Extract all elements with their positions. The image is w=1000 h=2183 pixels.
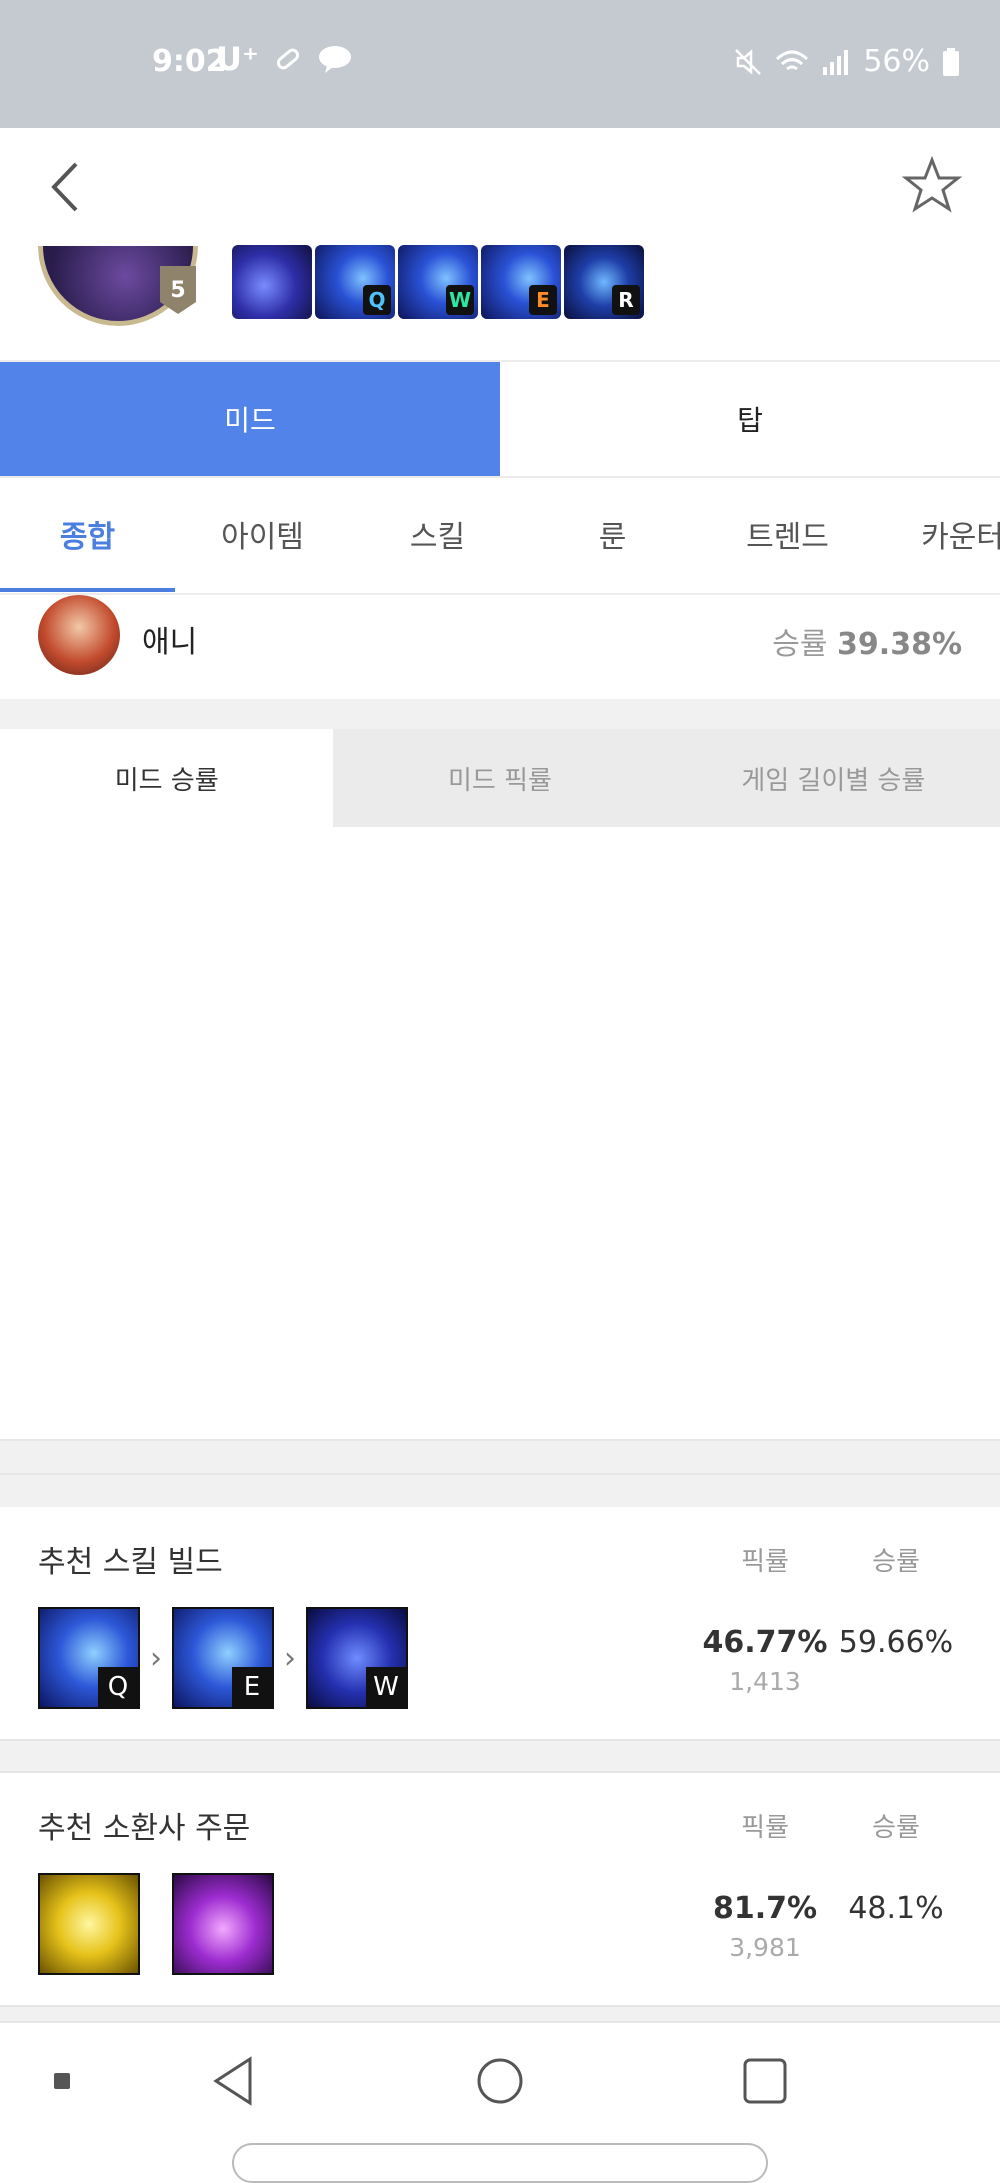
pickrate-header: 픽률 — [741, 1813, 789, 1843]
nav-home-icon[interactable] — [470, 2051, 530, 2111]
graph-tabs: 미드 승률 미드 픽률 게임 길이별 승률 — [0, 729, 1000, 827]
chevron-right-icon: › — [284, 1640, 296, 1676]
winrate-header: 승률 — [872, 1547, 920, 1577]
tab-trends[interactable]: 트렌드 — [700, 512, 875, 556]
winrate-header: 승률 — [872, 1813, 920, 1843]
tab-counter[interactable]: 카운터 — [875, 512, 1000, 556]
position-tabs: 미드 탑 — [0, 360, 1000, 478]
counter-winrate-value: 39.38% — [837, 627, 962, 662]
champion-skill-icons: Q W E R — [232, 245, 644, 319]
r-key-label: R — [612, 285, 640, 315]
talk-icon — [318, 46, 351, 73]
tab-items[interactable]: 아이템 — [175, 512, 350, 556]
section-divider — [0, 699, 1000, 729]
counter-champion-name: 애니 — [142, 625, 198, 660]
spells-winrate: 48.1% — [848, 1891, 944, 1926]
favorite-star-icon[interactable] — [902, 156, 962, 216]
back-icon[interactable] — [36, 152, 96, 222]
passive-skill-icon[interactable] — [232, 245, 312, 319]
summoner-spells-card: 추천 소환사 주문 픽률 승률 81.7% 3,981 48.1% — [0, 1773, 1000, 2005]
counter-champion-avatar — [38, 595, 120, 675]
q-key-label: Q — [363, 285, 391, 315]
flash-spell-icon — [38, 1873, 140, 1975]
signal-icon — [823, 49, 849, 75]
graph-area — [0, 827, 1000, 1439]
nav-recents-icon[interactable] — [735, 2051, 795, 2111]
system-nav-bar — [0, 2023, 1000, 2183]
tab-runes[interactable]: 룬 — [525, 512, 700, 556]
tab-mid-winrate[interactable]: 미드 승률 — [0, 729, 334, 827]
wifi-icon — [776, 50, 809, 70]
skill-build-pickrate: 46.77% — [702, 1625, 828, 1660]
summoner-spells-title: 추천 소환사 주문 — [38, 1811, 251, 1846]
tab-skills[interactable]: 스킬 — [350, 512, 525, 556]
nav-back-icon[interactable] — [204, 2051, 264, 2111]
section-divider — [0, 1439, 1000, 1507]
order-key-3: W — [366, 1667, 406, 1707]
w-key-label: W — [446, 285, 474, 315]
spells-games: 3,981 — [729, 1933, 801, 1962]
w-skill-icon: W — [306, 1607, 408, 1709]
counter-champion-row[interactable]: 애니 승률 39.38% — [0, 595, 1000, 699]
chevron-right-icon: › — [150, 1640, 162, 1676]
ignite-spell-icon — [172, 1873, 274, 1975]
r-skill-icon[interactable]: R — [564, 245, 644, 319]
pill-icon — [276, 48, 299, 70]
spell-row — [38, 1873, 306, 1975]
gesture-handle — [232, 2143, 768, 2183]
e-key-label: E — [529, 285, 557, 315]
battery-percent: 56% — [863, 44, 930, 79]
section-tabs: 종합 아이템 스킬 룬 트렌드 카운터 — [0, 478, 1000, 595]
status-bar: 9:02 U⁺ 56% — [0, 0, 1000, 128]
tab-overview[interactable]: 종합 — [0, 512, 175, 556]
champion-header: 5 Q W E R — [0, 128, 1000, 360]
q-skill-icon: Q — [38, 1607, 140, 1709]
carrier-label: U⁺ — [216, 40, 259, 78]
active-tab-indicator — [0, 588, 175, 592]
battery-icon — [943, 47, 959, 76]
e-skill-icon: E — [172, 1607, 274, 1709]
status-right-icons: 56% — [733, 44, 960, 79]
skill-build-winrate: 59.66% — [838, 1625, 954, 1660]
tab-mid-pickrate[interactable]: 미드 픽률 — [333, 729, 666, 827]
counter-winrate: 승률 39.38% — [772, 619, 962, 663]
tab-position-mid[interactable]: 미드 — [0, 362, 500, 476]
pickrate-header: 픽률 — [741, 1547, 789, 1577]
skill-order: Q › E › W — [38, 1607, 408, 1709]
e-skill-icon[interactable]: E — [481, 245, 561, 319]
spells-pickrate: 81.7% — [712, 1891, 818, 1926]
w-skill-icon[interactable]: W — [398, 245, 478, 319]
mute-icon — [735, 48, 762, 75]
menu-dot-icon[interactable] — [54, 2073, 70, 2089]
skill-build-title: 추천 스킬 빌드 — [38, 1545, 223, 1580]
section-divider — [0, 2005, 1000, 2023]
tab-position-top[interactable]: 탑 — [500, 362, 1000, 476]
section-divider — [0, 1739, 1000, 1773]
status-left-icons: U⁺ — [216, 40, 353, 78]
order-key-2: E — [232, 1667, 272, 1707]
tab-winrate-by-game-length[interactable]: 게임 길이별 승률 — [667, 729, 1000, 827]
skill-build-card: 추천 스킬 빌드 픽률 승률 Q › E › W 46.77% 1,413 59… — [0, 1507, 1000, 1739]
skill-build-games: 1,413 — [729, 1667, 801, 1696]
q-skill-icon[interactable]: Q — [315, 245, 395, 319]
counter-winrate-label: 승률 — [772, 627, 828, 662]
order-key-1: Q — [98, 1667, 138, 1707]
